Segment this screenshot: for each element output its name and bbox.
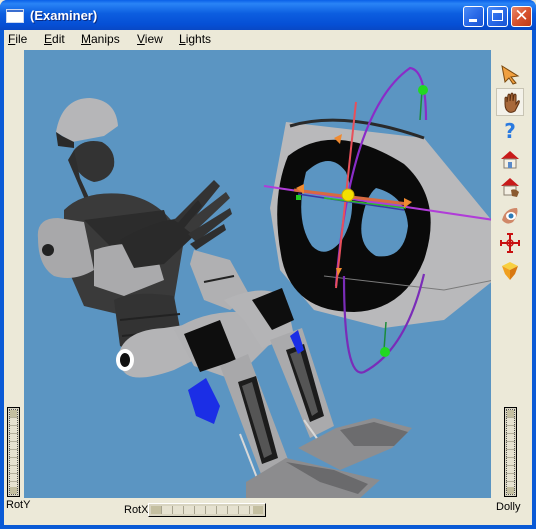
projection-button[interactable] [496,257,524,285]
client-area: File Edit Manips View Lights ? RotY RotX… [4,30,532,525]
examiner-window: (Examiner) ✕ File Edit Manips View Light… [0,0,536,529]
bottom-scale-handle[interactable] [380,347,390,357]
axis-end-marker[interactable] [296,195,301,200]
robot-head [74,141,115,182]
robot-left-blue-pad [188,378,220,424]
close-button[interactable]: ✕ [511,6,532,27]
title-bar[interactable]: (Examiner) ✕ [0,0,536,30]
set-home-icon [501,178,519,197]
viewer-toolbar: ? [494,54,528,294]
hollow-cylinder-object[interactable] [270,118,491,328]
menu-bar: File Edit Manips View Lights [4,30,532,48]
menu-view-label: iew [144,32,163,46]
window-title: (Examiner) [30,8,98,23]
menu-manips-mnemonic: M [81,32,91,46]
robot-hip-socket-hole [120,353,130,367]
set-home-button[interactable] [496,173,524,201]
robot-shoulder-joint [42,244,54,256]
roty-thumbwheel[interactable] [7,407,20,497]
svg-text:?: ? [504,120,516,142]
dolly-thumbwheel[interactable] [504,407,517,497]
robot-helmet [56,98,118,142]
help-button[interactable]: ? [496,117,524,145]
minimize-button[interactable] [463,6,484,27]
menu-view[interactable]: View [137,32,163,46]
crosshair-icon [500,233,520,253]
menu-view-mnemonic: V [137,32,145,46]
menu-edit-label: dit [52,32,65,46]
perspective-cube-icon [502,262,518,280]
question-mark-icon: ? [504,120,516,142]
seek-button[interactable] [496,229,524,257]
app-window-icon [6,9,24,23]
rotx-label: RotX [124,504,149,516]
minimize-icon [469,19,477,22]
eye-icon [502,208,518,224]
arrow-pointer-icon [501,64,520,85]
center-handle[interactable] [341,188,355,202]
roty-label: RotY [6,499,31,511]
select-pointer-button[interactable] [496,60,524,88]
dolly-label: Dolly [496,501,521,513]
scene-canvas[interactable] [24,50,491,498]
maximize-button[interactable] [487,6,508,27]
rotx-thumbwheel[interactable] [148,503,266,517]
top-scale-handle[interactable] [418,85,428,95]
menu-edit[interactable]: Edit [44,32,65,46]
menu-lights-label: ights [185,32,212,46]
menu-manips-label: anips [91,32,120,46]
menu-lights[interactable]: Lights [179,32,211,46]
menu-edit-mnemonic: E [44,32,53,46]
view-all-button[interactable] [496,201,524,229]
hand-icon [504,92,520,113]
close-icon: ✕ [514,6,529,26]
3d-viewport[interactable] [24,50,491,498]
maximize-icon [492,10,503,21]
view-hand-button[interactable] [496,88,524,116]
menu-manips[interactable]: Manips [81,32,120,46]
menu-file[interactable]: File [8,32,27,46]
home-icon [501,151,519,169]
home-button[interactable] [496,145,524,173]
menu-lights-mnemonic: L [179,32,186,46]
menu-file-label: ile [15,32,28,46]
